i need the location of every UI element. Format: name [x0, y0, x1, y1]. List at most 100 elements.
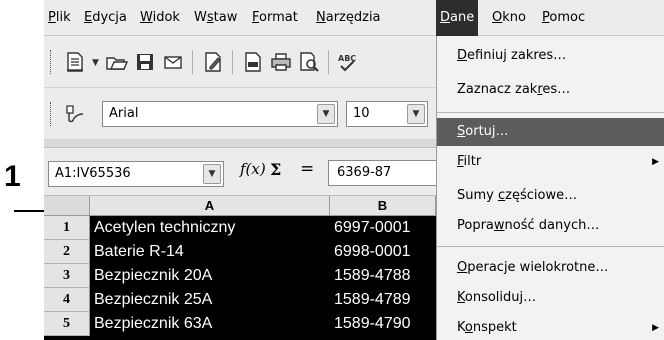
dd-label-post: ność danych… [504, 218, 600, 233]
dd-label-pre: K [457, 320, 465, 335]
row-header[interactable]: 5 [44, 312, 90, 336]
menu-item-zaznacz-zakres[interactable]: Zaznacz zakres… [437, 76, 664, 104]
sum-icon[interactable]: Σ [270, 160, 281, 179]
dd-label-pre: Zaznacz zak [457, 82, 538, 97]
cell-a1[interactable]: Acetylen techniczny [94, 216, 326, 240]
chevron-right-icon: ▶ [652, 323, 659, 333]
print-icon[interactable] [268, 49, 294, 75]
toolbar-divider [44, 140, 436, 148]
equals-icon[interactable]: = [300, 159, 314, 179]
chevron-down-icon[interactable]: ▼ [203, 164, 221, 184]
menu-format[interactable]: Format [248, 0, 302, 36]
menu-pomoc[interactable]: Pomoc [538, 0, 589, 36]
dd-label-key: w [493, 218, 505, 233]
menu-label-post: idok [152, 10, 180, 25]
spellcheck-icon[interactable]: ABC [334, 49, 360, 75]
font-size-value: 10 [353, 106, 370, 121]
row-header[interactable]: 1 [44, 216, 90, 240]
menu-dane[interactable]: Dane [436, 0, 479, 36]
dd-label-post: onsoliduj… [464, 290, 537, 305]
cell-a2[interactable]: Baterie R-14 [94, 240, 326, 264]
menu-label-key: O [492, 10, 503, 25]
column-header-a[interactable]: A [90, 196, 330, 216]
callout-line [14, 210, 44, 212]
dd-label-key: D [457, 48, 468, 63]
menu-label-post: ormat [259, 10, 298, 25]
font-name-value: Arial [109, 106, 139, 121]
formula-input[interactable]: 6369-87 [328, 160, 438, 186]
menu-item-sortuj[interactable]: Sortuj… [437, 118, 664, 146]
dane-dropdown-menu: Definiuj zakres… Zaznacz zakres… Sortuj…… [436, 36, 664, 340]
menu-item-sumy-czesciowe[interactable]: Sumy częściowe… [437, 182, 664, 210]
menu-narzedzia[interactable]: Narzędzia [312, 0, 385, 36]
save-icon[interactable] [132, 49, 158, 75]
menu-item-filtr[interactable]: Filtr ▶ [437, 148, 664, 176]
menu-item-konspekt[interactable]: Konspekt ▶ [437, 314, 664, 340]
row-header[interactable]: 3 [44, 264, 90, 288]
standard-toolbar: ▼ ABC [44, 36, 436, 88]
menu-label-post: kno [502, 10, 526, 25]
dd-label-post: ortuj… [465, 124, 509, 139]
formatting-toolbar: Arial ▼ 10 ▼ [44, 88, 436, 140]
menu-wstaw[interactable]: Wstaw [190, 0, 241, 36]
chevron-down-icon[interactable]: ▼ [407, 104, 425, 124]
toolbar-separator [192, 50, 193, 74]
export-pdf-icon[interactable] [240, 49, 266, 75]
chevron-down-icon[interactable]: ▼ [92, 58, 99, 68]
row-header[interactable]: 4 [44, 288, 90, 312]
menu-widok[interactable]: Widok [136, 0, 184, 36]
menu-label-key: E [84, 10, 93, 25]
cell-b4[interactable]: 1589-4789 [334, 288, 436, 312]
dd-label-pre: Sumy [457, 188, 498, 203]
cell-a4[interactable]: Bezpiecznik 25A [94, 288, 326, 312]
cell-a5[interactable]: Bezpiecznik 63A [94, 312, 326, 336]
font-name-combobox[interactable]: Arial ▼ [102, 101, 338, 127]
menu-label-key: s [206, 10, 214, 25]
menu-label-post: arzędzia [325, 10, 381, 25]
menu-item-poprawnosc-danych[interactable]: Poprawność danych… [437, 212, 664, 240]
toolbar-grip[interactable] [50, 50, 52, 74]
callout-number: 1 [4, 160, 21, 193]
font-size-combobox[interactable]: 10 ▼ [346, 101, 428, 127]
menu-label-post: omoc [549, 10, 586, 25]
dd-label-post: es… [542, 82, 571, 97]
menu-label-key: P [48, 10, 56, 25]
menu-separator [437, 112, 664, 113]
cell-b1[interactable]: 6997-0001 [334, 216, 436, 240]
cell-b2[interactable]: 6998-0001 [334, 240, 436, 264]
function-wizard-icon[interactable]: f(x) [240, 160, 266, 178]
cell-a3[interactable]: Bezpiecznik 20A [94, 264, 326, 288]
menu-label-post: taw [213, 10, 238, 25]
dd-label-post: iltr [463, 154, 482, 169]
dd-label-post: peracje wielokrotne… [467, 260, 609, 275]
row-header[interactable]: 2 [44, 240, 90, 264]
menu-okno[interactable]: Okno [488, 0, 530, 36]
toolbar-separator [232, 50, 233, 74]
dd-label-key: K [457, 290, 465, 305]
menu-label-key: N [316, 10, 326, 25]
column-header-b[interactable]: B [330, 196, 436, 216]
toolbar-grip[interactable] [50, 102, 52, 126]
new-document-icon[interactable] [62, 49, 88, 75]
menu-item-konsoliduj[interactable]: Konsoliduj… [437, 284, 664, 312]
menu-edycja[interactable]: Edycja [80, 0, 131, 36]
spreadsheet-grid[interactable]: A B 1 Acetylen techniczny 6997-0001 2 Ba… [44, 196, 436, 340]
name-box[interactable]: A1:IV65536 ▼ [48, 161, 224, 187]
menu-item-definiuj-zakres[interactable]: Definiuj zakres… [437, 42, 664, 70]
edit-file-icon[interactable] [200, 49, 226, 75]
email-icon[interactable] [160, 49, 186, 75]
menu-item-operacje-wielokrotne[interactable]: Operacje wielokrotne… [437, 254, 664, 282]
dd-label-post: zęściowe… [505, 188, 578, 203]
cell-b5[interactable]: 1589-4790 [334, 312, 436, 336]
menu-label-post: lik [55, 10, 71, 25]
dd-label-key: o [464, 320, 473, 335]
menu-label-key: F [252, 10, 260, 25]
cell-b3[interactable]: 1589-4788 [334, 264, 436, 288]
styles-icon[interactable] [62, 101, 88, 127]
page-preview-icon[interactable] [296, 49, 322, 75]
open-folder-icon[interactable] [104, 49, 130, 75]
menu-plik[interactable]: Plik [44, 0, 75, 36]
chevron-down-icon[interactable]: ▼ [317, 104, 335, 124]
menu-bar: Plik Edycja Widok Wstaw Format Narzędzia… [44, 0, 664, 36]
select-all-corner[interactable] [44, 196, 90, 216]
